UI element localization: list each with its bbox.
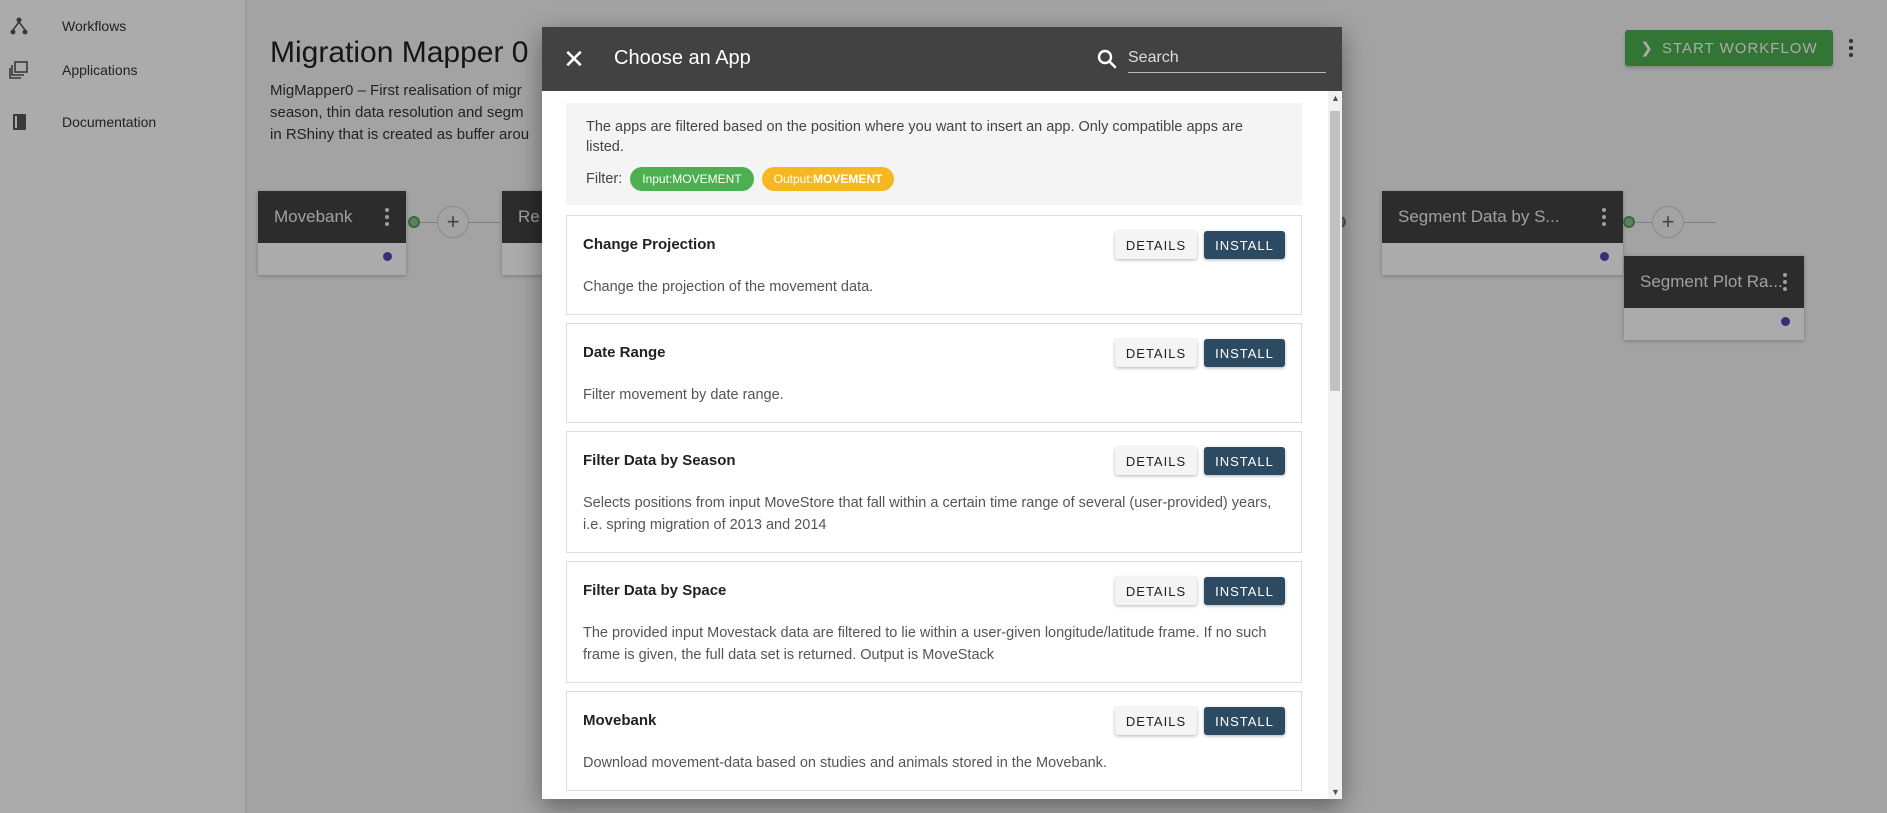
app-description: The provided input Movestack data are fi… bbox=[583, 625, 1267, 663]
app-description: Change the projection of the movement da… bbox=[583, 279, 874, 295]
details-button[interactable]: DETAILS bbox=[1115, 447, 1197, 475]
app-name: Date Range bbox=[583, 344, 666, 361]
search-icon bbox=[1095, 47, 1119, 71]
filter-info-panel: The apps are filtered based on the posit… bbox=[566, 103, 1302, 205]
details-button[interactable]: DETAILS bbox=[1115, 231, 1197, 259]
search-input[interactable] bbox=[1128, 43, 1326, 73]
app-description: Selects positions from input MoveStore t… bbox=[583, 495, 1272, 533]
scrollbar[interactable]: ▲ ▼ bbox=[1328, 91, 1342, 799]
details-button[interactable]: DETAILS bbox=[1115, 707, 1197, 735]
app-card: Date Range DETAILS INSTALL Filter moveme… bbox=[566, 323, 1302, 423]
dialog-header: ✕ Choose an App bbox=[542, 27, 1342, 91]
app-list: The apps are filtered based on the posit… bbox=[542, 91, 1328, 799]
app-card: Filter Data by Space DETAILS INSTALL The… bbox=[566, 561, 1302, 683]
install-button[interactable]: INSTALL bbox=[1204, 707, 1285, 735]
close-icon[interactable]: ✕ bbox=[556, 41, 592, 77]
scroll-up-icon[interactable]: ▲ bbox=[1331, 93, 1340, 103]
dialog-title: Choose an App bbox=[614, 47, 751, 69]
app-card: Movebank DETAILS INSTALL Download moveme… bbox=[566, 691, 1302, 791]
app-description: Filter movement by date range. bbox=[583, 387, 784, 403]
filter-row: Filter: Input: MOVEMENT Output: MOVEMENT bbox=[586, 167, 1282, 191]
install-button[interactable]: INSTALL bbox=[1204, 447, 1285, 475]
app-card: Change Projection DETAILS INSTALL Change… bbox=[566, 215, 1302, 315]
install-button[interactable]: INSTALL bbox=[1204, 339, 1285, 367]
filter-label: Filter: bbox=[586, 171, 623, 187]
input-filter-chip: Input: MOVEMENT bbox=[630, 167, 754, 191]
scrollbar-thumb[interactable] bbox=[1330, 111, 1340, 391]
app-card: Filter Data by Season DETAILS INSTALL Se… bbox=[566, 431, 1302, 553]
details-button[interactable]: DETAILS bbox=[1115, 339, 1197, 367]
install-button[interactable]: INSTALL bbox=[1204, 231, 1285, 259]
app-name: Movebank bbox=[583, 712, 657, 729]
app-name: Filter Data by Season bbox=[583, 452, 736, 469]
install-button[interactable]: INSTALL bbox=[1204, 577, 1285, 605]
details-button[interactable]: DETAILS bbox=[1115, 577, 1197, 605]
app-name: Change Projection bbox=[583, 236, 716, 253]
choose-app-dialog: ✕ Choose an App The apps are filtered ba… bbox=[542, 27, 1342, 799]
app-description: Download movement-data based on studies … bbox=[583, 755, 1107, 771]
scroll-down-icon[interactable]: ▼ bbox=[1331, 787, 1340, 797]
output-filter-chip: Output: MOVEMENT bbox=[761, 167, 895, 191]
filter-info-text: The apps are filtered based on the posit… bbox=[586, 119, 1243, 155]
app-name: Filter Data by Space bbox=[583, 582, 727, 599]
